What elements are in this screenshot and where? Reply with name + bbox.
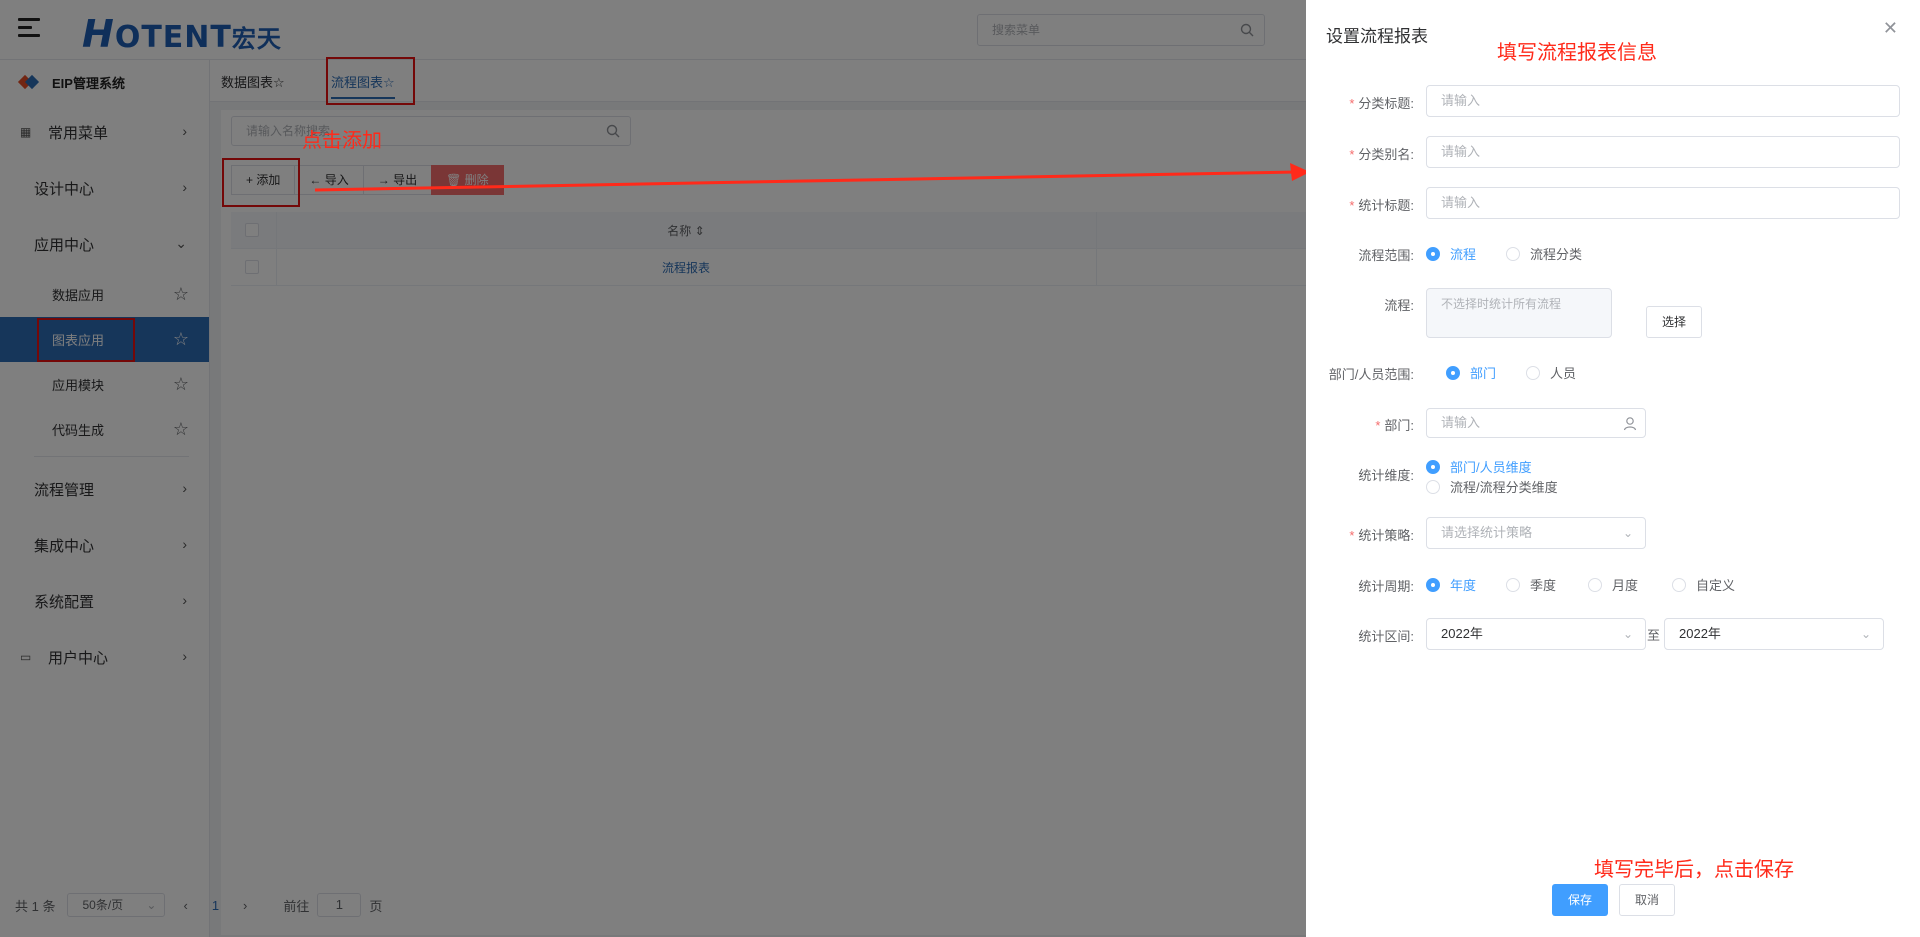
- radio-quarter[interactable]: 季度: [1506, 575, 1556, 594]
- range-to-select[interactable]: 2022年 ⌄: [1664, 618, 1884, 650]
- radio-dept[interactable]: 部门: [1446, 363, 1496, 382]
- chevron-down-icon: ⌄: [1860, 627, 1871, 641]
- close-icon[interactable]: ✕: [1883, 18, 1898, 39]
- radio-month[interactable]: 月度: [1588, 575, 1638, 594]
- drawer-title: 设置流程报表: [1326, 27, 1428, 46]
- radio-flow[interactable]: 流程: [1426, 244, 1476, 263]
- radio-year[interactable]: 年度: [1426, 575, 1476, 594]
- stat-title-input[interactable]: 请输入: [1426, 187, 1900, 219]
- annotation-click-add: 点击添加: [302, 130, 382, 152]
- radio-custom[interactable]: 自定义: [1672, 575, 1735, 594]
- range-from-select[interactable]: 2022年 ⌄: [1426, 618, 1646, 650]
- range-separator: 至: [1647, 628, 1661, 643]
- annotation-fill-info: 填写流程报表信息: [1497, 42, 1657, 64]
- radio-dept-person-dim[interactable]: 部门/人员维度: [1426, 457, 1532, 476]
- flow-select-button[interactable]: 选择: [1646, 306, 1702, 338]
- annotation-save-hint: 填写完毕后，点击保存: [1594, 859, 1794, 881]
- user-select-icon[interactable]: [1623, 416, 1639, 432]
- chevron-down-icon: ⌄: [1622, 526, 1633, 540]
- cancel-button[interactable]: 取消: [1619, 884, 1675, 916]
- stat-strategy-select[interactable]: 请选择统计策略 ⌄: [1426, 517, 1646, 549]
- settings-drawer: 设置流程报表 ✕ * 分类标题: 请输入 * 分类别名: 请输入 * 统计标题: 请输…: [1306, 0, 1920, 937]
- category-title-input[interactable]: 请输入: [1426, 85, 1900, 117]
- radio-person[interactable]: 人员: [1526, 363, 1576, 382]
- dept-input[interactable]: 请输入: [1426, 408, 1646, 438]
- flow-textarea[interactable]: 不选择时统计所有流程: [1426, 288, 1612, 338]
- category-alias-input[interactable]: 请输入: [1426, 136, 1900, 168]
- chevron-down-icon: ⌄: [1622, 627, 1633, 641]
- radio-flow-dim[interactable]: 流程/流程分类维度: [1426, 477, 1558, 496]
- radio-flow-category[interactable]: 流程分类: [1506, 244, 1582, 263]
- save-button[interactable]: 保存: [1552, 884, 1608, 916]
